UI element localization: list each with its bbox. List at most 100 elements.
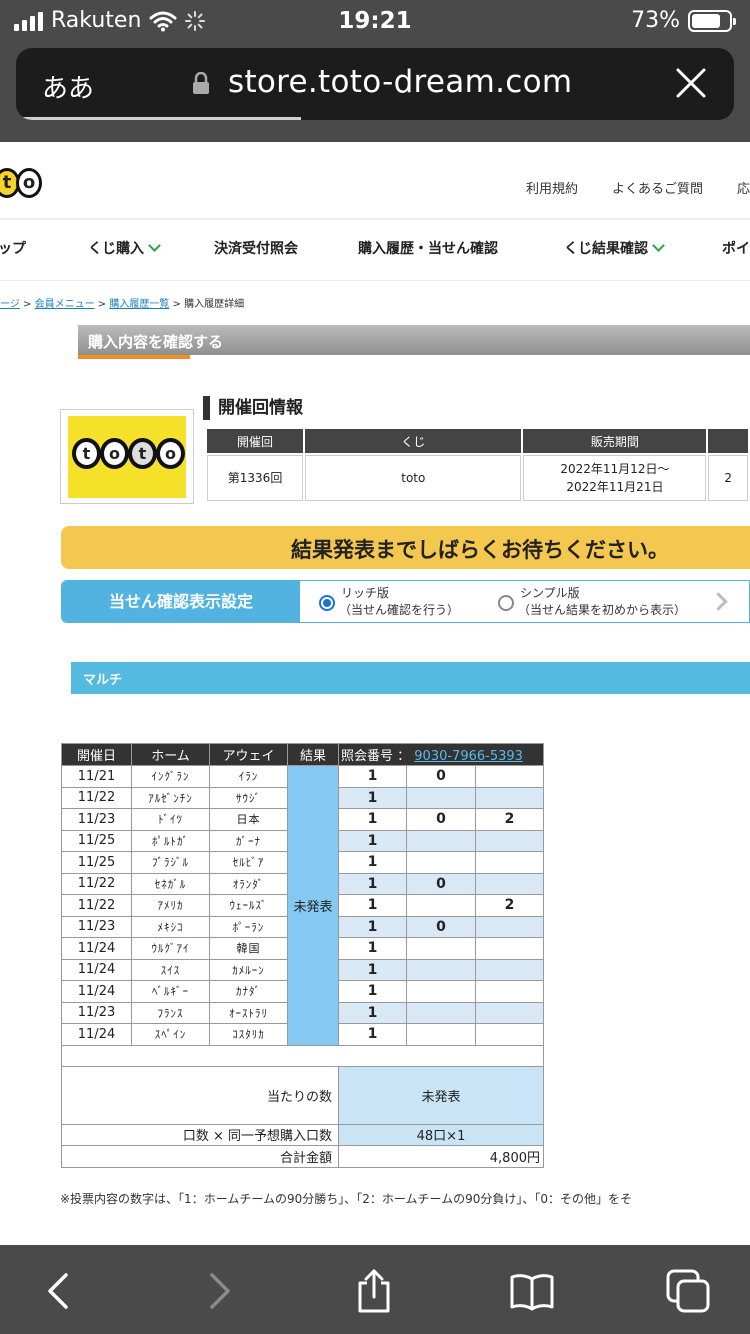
multi-label: マルチ (83, 673, 123, 688)
pick-0 (406, 1023, 476, 1046)
breadcrumb-member-menu[interactable]: 会員メニュー (35, 299, 95, 310)
pick-0: 0 (406, 915, 476, 938)
away-team: 日本 (209, 808, 288, 831)
header-links: 利用規約 よくあるご質問 応 (526, 178, 750, 197)
away-team: ｺｽﾀﾘｶ (209, 1023, 288, 1046)
multi-header: マルチ (71, 662, 750, 694)
header-link-partial[interactable]: 応 (737, 178, 750, 197)
browser-toolbar (0, 1245, 750, 1334)
nav-results[interactable]: くじ結果確認 (564, 238, 665, 258)
event-info-table: 開催回 くじ 販売期間 第1336回 toto 2022年11月12日～ 2022… (205, 427, 750, 503)
home-team: ｲﾝｸﾞﾗﾝ (131, 765, 210, 788)
away-team: 韓国 (209, 937, 288, 960)
pick-2 (475, 958, 544, 981)
bookmarks-icon[interactable] (510, 1269, 554, 1313)
close-icon[interactable] (674, 66, 708, 100)
pick-2 (475, 786, 544, 809)
pick-0 (406, 851, 476, 874)
pick-0: 0 (406, 808, 476, 831)
pick-1: 1 (338, 915, 407, 938)
radio-selected-icon[interactable] (319, 595, 335, 611)
pick-2 (475, 829, 544, 852)
reader-settings-button[interactable]: ああ (42, 68, 94, 105)
nav-buy[interactable]: くじ購入 (88, 238, 161, 258)
display-setting: 当せん確認表示設定 リッチ版 （当せん確認を行う） シンプル版 （当せん結果を初… (61, 580, 750, 623)
away-team: ｵｰｽﾄﾗﾘ (209, 1001, 288, 1024)
pick-0 (406, 829, 476, 852)
pick-2 (475, 765, 544, 788)
away-team: ｶﾞｰﾅ (209, 829, 288, 852)
faq-link[interactable]: よくあるご質問 (612, 178, 703, 197)
home-team: ｽﾍﾟｲﾝ (131, 1023, 210, 1046)
match-date: 11/24 (61, 980, 132, 1003)
display-setting-label: 当せん確認表示設定 (62, 581, 300, 622)
breadcrumb: ージ > 会員メニュー > 購入履歴一覧 > 購入履歴詳細 (0, 299, 245, 310)
total-value: 4,800円 (338, 1145, 544, 1168)
pick-2 (475, 937, 544, 960)
pick-1: 1 (338, 786, 407, 809)
match-date: 11/24 (61, 958, 132, 981)
pick-1: 1 (338, 765, 407, 788)
simple-version-radio[interactable]: シンプル版 （当せん結果を初めから表示） (498, 585, 686, 619)
match-date: 11/21 (61, 765, 132, 788)
match-date: 11/22 (61, 786, 132, 809)
pick-1: 1 (338, 980, 407, 1003)
match-date: 11/23 (61, 915, 132, 938)
home-team: ｽｲｽ (131, 958, 210, 981)
away-team: ﾎﾟｰﾗﾝ (209, 915, 288, 938)
nav-history[interactable]: 購入履歴・当せん確認 (358, 238, 498, 258)
nav-payment-inquiry[interactable]: 決済受付照会 (214, 238, 298, 258)
terms-link[interactable]: 利用規約 (526, 178, 578, 197)
pick-1: 1 (338, 829, 407, 852)
nav-top[interactable]: ップ (0, 238, 26, 258)
pick-1: 1 (338, 1023, 407, 1046)
breadcrumb-home[interactable]: ージ (0, 299, 20, 310)
home-team: ｾﾈｶﾞﾙ (131, 872, 210, 895)
pick-1: 1 (338, 808, 407, 831)
pick-0 (406, 786, 476, 809)
purchase-table: 開催日 ホーム アウェイ 結果 照会番号 ： 9030-7966-5393 11… (61, 743, 544, 1168)
pick-2: 2 (475, 808, 544, 831)
match-date: 11/23 (61, 808, 132, 831)
away-team: ｶﾅﾀﾞ (209, 980, 288, 1003)
breadcrumb-history-list[interactable]: 購入履歴一覧 (109, 299, 169, 310)
away-team: ｵﾗﾝﾀﾞ (209, 872, 288, 895)
pick-2: 2 (475, 894, 544, 917)
total-label: 合計金額 (61, 1145, 339, 1168)
home-team: ﾍﾞﾙｷﾞｰ (131, 980, 210, 1003)
home-team: ﾄﾞｲﾂ (131, 808, 210, 831)
toto-logo: toto (60, 409, 194, 504)
radio-unselected-icon[interactable] (498, 595, 514, 611)
pick-2 (475, 1023, 544, 1046)
match-date: 11/24 (61, 937, 132, 960)
wait-banner: 結果発表までしばらくお待ちください。 (61, 526, 750, 569)
pick-1: 1 (338, 894, 407, 917)
battery-icon (688, 9, 736, 32)
page-load-progress (16, 117, 301, 120)
tabs-icon[interactable] (666, 1269, 710, 1313)
pick-0 (406, 1001, 476, 1024)
rich-version-radio[interactable]: リッチ版 （当せん確認を行う） (319, 585, 459, 619)
forward-icon[interactable] (198, 1269, 242, 1313)
match-date: 11/25 (61, 829, 132, 852)
back-icon[interactable] (36, 1269, 80, 1313)
chevron-right-icon[interactable] (709, 592, 728, 611)
pick-0 (406, 958, 476, 981)
url-text[interactable]: store.toto-dream.com (228, 64, 572, 100)
result-status: 未発表 (287, 765, 339, 1046)
status-bar: Rakuten 19:21 73% (0, 0, 750, 42)
site-logo[interactable]: to (0, 168, 42, 198)
pick-1: 1 (338, 872, 407, 895)
inquiry-number-link[interactable]: 9030-7966-5393 (414, 749, 523, 764)
match-date: 11/25 (61, 851, 132, 874)
pick-0 (406, 980, 476, 1003)
pick-0: 0 (406, 872, 476, 895)
lock-icon (193, 72, 209, 94)
nav-points[interactable]: ポイ (722, 238, 750, 258)
footnote: ※投票内容の数字は、「1：ホームチームの90分勝ち」、「2：ホームチームの90分… (60, 1192, 633, 1206)
share-icon[interactable] (352, 1269, 396, 1313)
match-date: 11/22 (61, 894, 132, 917)
home-team: ﾌﾞﾗｼﾞﾙ (131, 851, 210, 874)
wait-banner-text: 結果発表までしばらくお待ちください。 (291, 538, 669, 562)
address-bar[interactable]: ああ store.toto-dream.com (16, 48, 734, 120)
